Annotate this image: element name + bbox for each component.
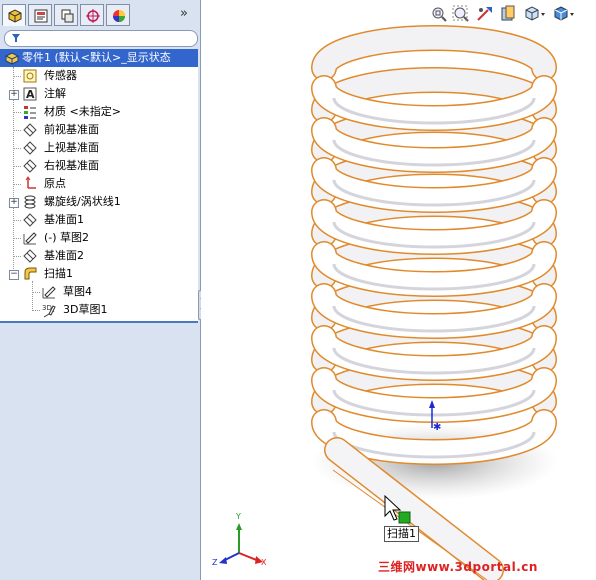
tree-item-label: 草图4: [63, 285, 92, 298]
coordinate-triad: [219, 523, 263, 564]
material-icon: [24, 106, 36, 119]
sweep-tooltip: 扫描1: [384, 526, 419, 542]
tree-item-top-plane[interactable]: 上视基准面: [22, 139, 192, 157]
tree-item-right-plane[interactable]: 右视基准面: [22, 157, 192, 175]
tree-item-label: (-) 草图2: [44, 231, 90, 244]
tree-item-front-plane[interactable]: 前视基准面: [22, 121, 192, 139]
view-orientation-icon[interactable]: [524, 5, 548, 23]
tree-item-label: 扫描1: [44, 267, 73, 280]
annotation-icon: A: [23, 87, 37, 101]
zoom-to-fit-icon[interactable]: [430, 5, 448, 23]
tree-item-label: 传感器: [44, 69, 77, 82]
watermark-text: 三维网www.3dportal.cn: [378, 560, 538, 574]
tree-item-3dsketch1[interactable]: 3D 3D草图1: [41, 301, 191, 319]
plane-icon: [23, 159, 37, 173]
display-manager-icon: [113, 10, 125, 22]
plane-icon: [23, 213, 37, 227]
previous-view-icon[interactable]: [476, 5, 494, 23]
graphics-viewport[interactable]: ✱ Y X Z: [201, 0, 596, 580]
sensor-icon: [23, 69, 37, 83]
tree-item-label: 材质 <未指定>: [44, 105, 121, 118]
display-style-icon[interactable]: [553, 5, 577, 23]
dim-xpert-icon: [86, 9, 100, 23]
tree-item-label: 螺旋线/涡状线1: [44, 195, 121, 208]
tab-feature-manager[interactable]: [2, 4, 26, 26]
expand-panel-button[interactable]: »: [180, 6, 188, 21]
spring-model: ✱: [219, 25, 559, 580]
triad-y-label: Y: [236, 512, 241, 521]
property-manager-icon: [34, 9, 48, 23]
feature-manager-icon: [8, 9, 22, 23]
plane-icon: [23, 141, 37, 155]
expand-annotations-toggle[interactable]: +: [9, 90, 19, 100]
tree-root-label: 零件1 (默认<默认>_显示状态: [22, 51, 171, 64]
tab-display-manager[interactable]: [106, 4, 130, 26]
svg-text:✱: ✱: [433, 422, 441, 433]
sketch-icon: [42, 286, 56, 299]
tree-item-plane2[interactable]: 基准面2: [22, 247, 192, 265]
tree-root-part[interactable]: 零件1 (默认<默认>_显示状态: [0, 49, 198, 67]
tree-item-label: 右视基准面: [44, 159, 99, 172]
collapse-sweep-toggle[interactable]: −: [9, 270, 19, 280]
tree-item-sketch2[interactable]: (-) 草图2: [22, 229, 192, 247]
helix-icon: [24, 195, 36, 209]
tab-configuration-manager[interactable]: [54, 4, 78, 26]
3d-sketch-icon: 3D: [42, 304, 56, 318]
tree-item-label: 原点: [44, 177, 66, 190]
tree-item-helix[interactable]: 螺旋线/涡状线1: [22, 193, 192, 211]
filter-icon: [12, 34, 20, 42]
sketch-icon: [23, 232, 37, 245]
tree-filter-field[interactable]: [4, 30, 198, 47]
tree-item-label: 上视基准面: [44, 141, 99, 154]
feature-manager-panel: » 零件1 (默认<默认>_显示状态 传感器 + A 注解 材质 <未指定> 前…: [0, 0, 201, 580]
tree-item-label: 基准面2: [44, 249, 84, 262]
svg-text:A: A: [26, 88, 35, 101]
tree-item-plane1[interactable]: 基准面1: [22, 211, 192, 229]
tree-item-label: 3D草图1: [63, 303, 108, 316]
tree-item-sketch4[interactable]: 草图4: [41, 283, 191, 301]
tab-property-manager[interactable]: [28, 4, 52, 26]
sweep-icon: [24, 267, 37, 280]
tab-dimxpert-manager[interactable]: [80, 4, 104, 26]
tree-item-label: 基准面1: [44, 213, 84, 226]
tree-item-label: 前视基准面: [44, 123, 99, 136]
plane-icon: [23, 123, 37, 137]
spring-coils: [311, 25, 557, 465]
triad-z-label: Z: [212, 558, 218, 567]
configuration-manager-icon: [61, 9, 74, 23]
tree-item-sweep1[interactable]: 扫描1: [22, 265, 192, 283]
plane-icon: [23, 249, 37, 263]
origin-icon: [25, 176, 36, 189]
tree-item-material[interactable]: 材质 <未指定>: [22, 103, 192, 121]
feature-tree: 零件1 (默认<默认>_显示状态 传感器 + A 注解 材质 <未指定> 前视基…: [0, 49, 198, 323]
part-icon: [5, 52, 19, 65]
tree-item-origin[interactable]: 原点: [22, 175, 192, 193]
triad-x-label: X: [261, 558, 267, 567]
tree-item-annotations[interactable]: A 注解: [22, 85, 192, 103]
section-view-icon[interactable]: [500, 5, 518, 23]
expand-helix-toggle[interactable]: +: [9, 198, 19, 208]
zoom-to-area-icon[interactable]: [452, 5, 470, 23]
sweep-handle[interactable]: [398, 511, 411, 524]
tree-item-sensors[interactable]: 传感器: [22, 67, 192, 85]
tree-item-label: 注解: [44, 87, 66, 100]
